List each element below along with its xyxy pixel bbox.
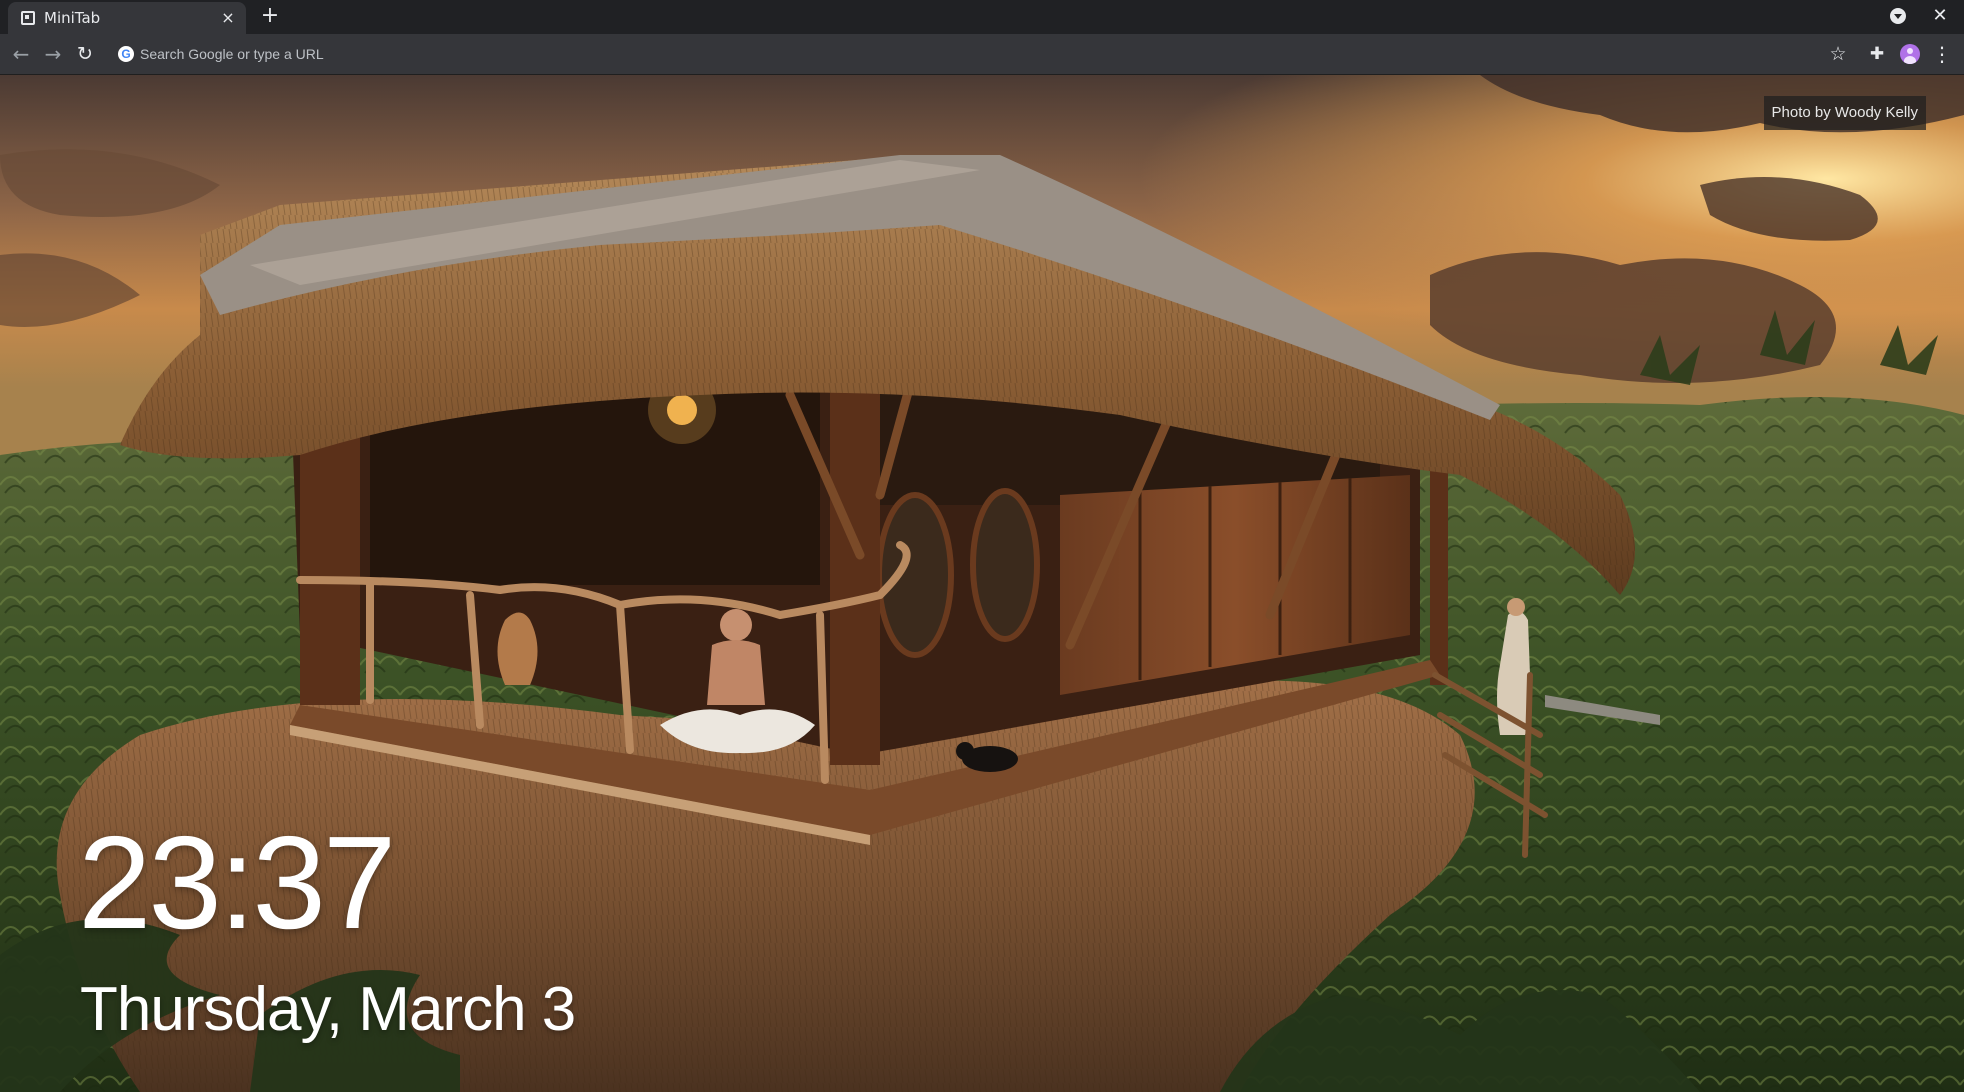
reload-button[interactable]: ↻	[73, 42, 97, 66]
toolbar: ← → ↻ G ☆ ✚ ⋮	[0, 34, 1964, 75]
tab-minitab[interactable]: MiniTab ×	[8, 2, 246, 34]
back-button[interactable]: ←	[9, 42, 33, 66]
profile-avatar[interactable]	[1900, 44, 1920, 64]
photo-credit[interactable]: Photo by Woody Kelly	[1763, 96, 1926, 130]
window-close-button[interactable]: ✕	[1928, 4, 1952, 28]
minitab-icon	[21, 11, 35, 25]
tab-strip: MiniTab × + ✕	[0, 0, 1964, 34]
new-tab-button[interactable]: +	[258, 4, 282, 28]
clock-date: Thursday, March 3	[80, 975, 576, 1044]
bookmark-star-icon[interactable]: ☆	[1826, 42, 1850, 66]
tab-title: MiniTab	[44, 9, 101, 27]
browser-window: MiniTab × + ✕ ← → ↻ G ☆ ✚ ⋮	[0, 0, 1964, 1092]
tab-search-icon[interactable]	[1890, 8, 1906, 24]
tab-close-icon[interactable]: ×	[218, 8, 238, 28]
clock-time: 23:37	[78, 809, 396, 956]
extensions-icon[interactable]: ✚	[1865, 42, 1889, 66]
omnibox[interactable]: G	[110, 38, 1830, 70]
search-input[interactable]	[140, 44, 1040, 64]
google-icon: G	[118, 46, 134, 62]
new-tab-page: Photo by Woody Kelly 23:37 Thursday, Mar…	[0, 75, 1964, 1092]
forward-button[interactable]: →	[41, 42, 65, 66]
menu-icon[interactable]: ⋮	[1930, 42, 1954, 66]
